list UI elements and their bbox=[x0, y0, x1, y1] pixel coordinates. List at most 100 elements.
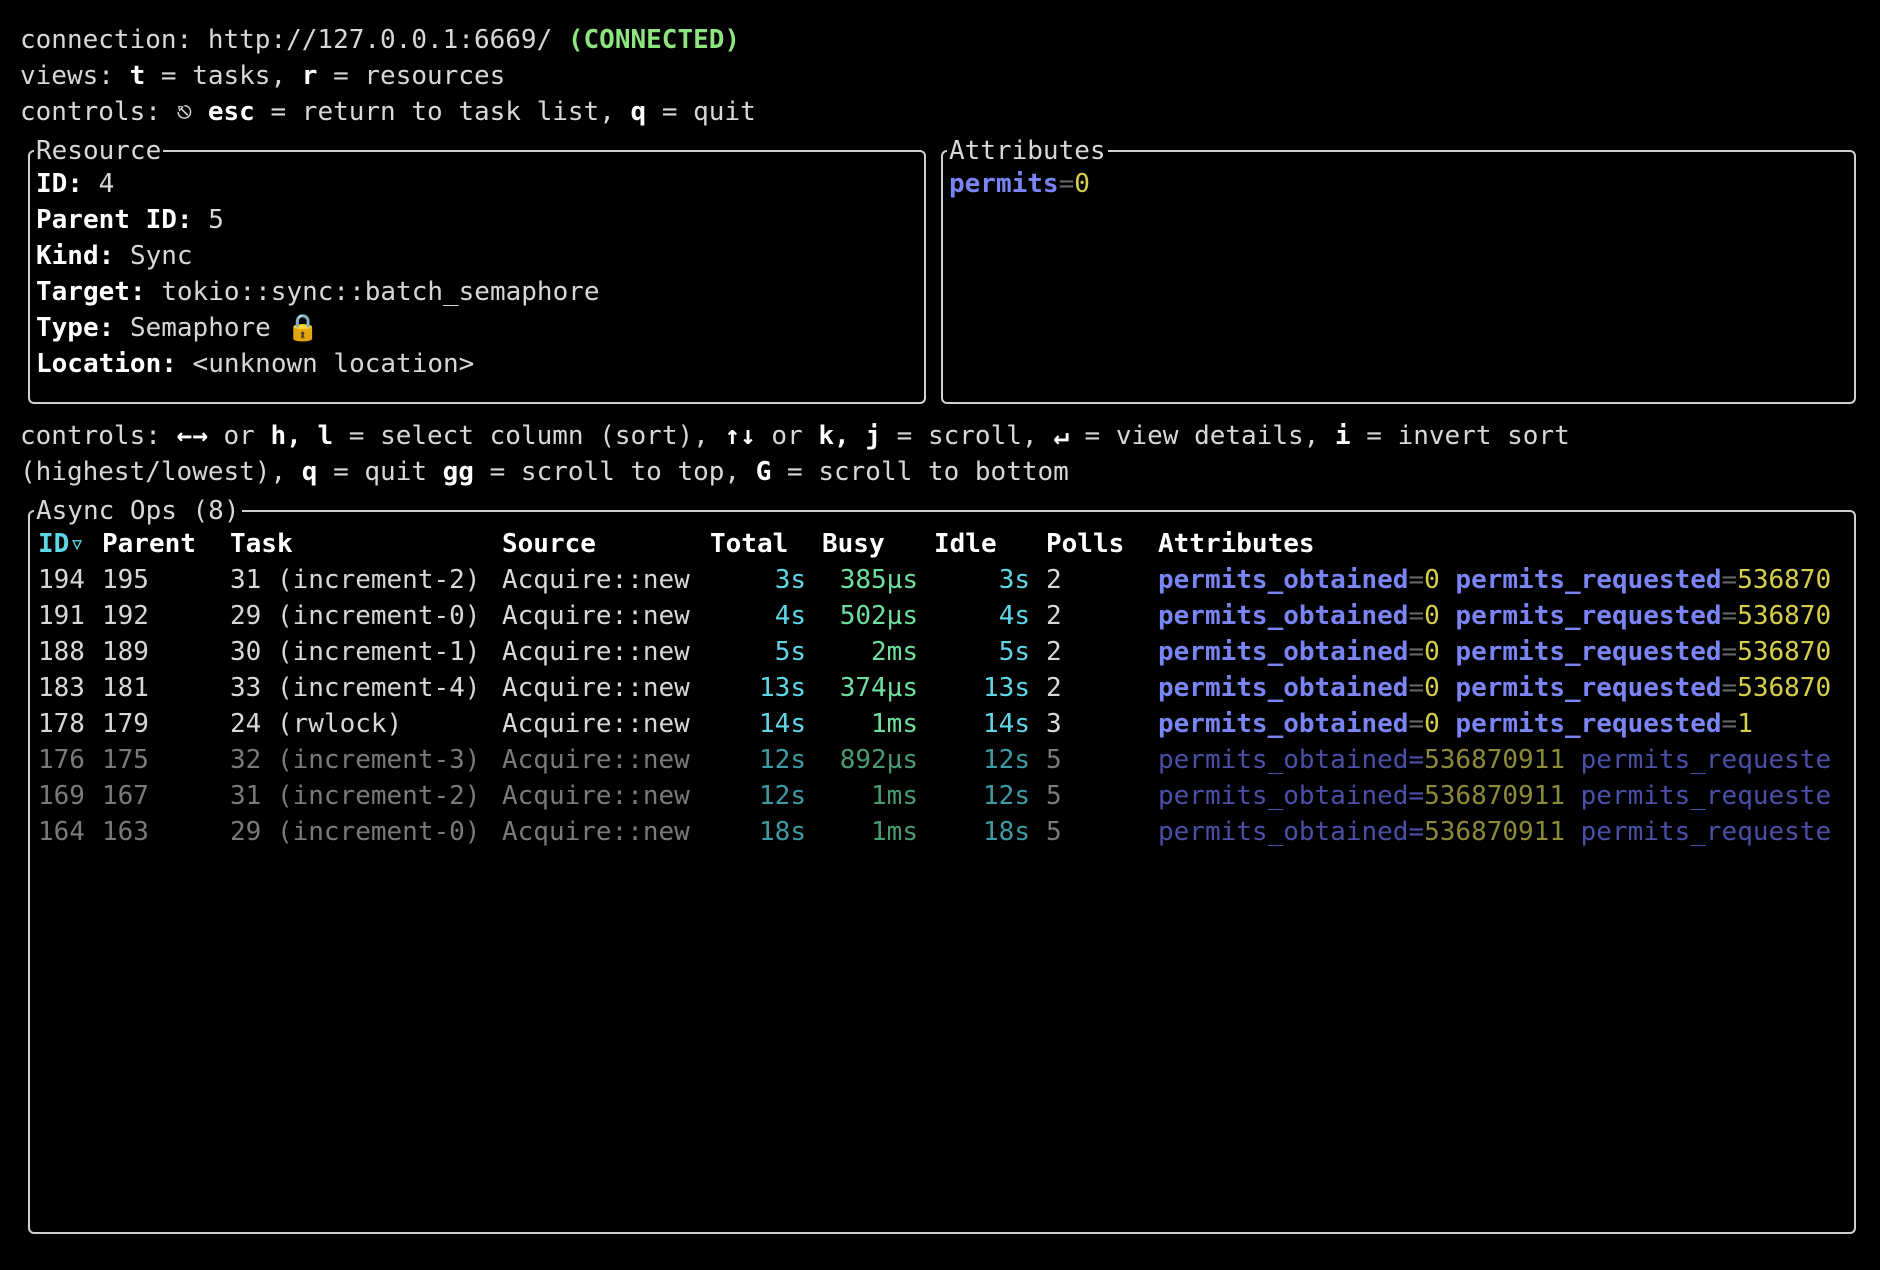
column-header-total[interactable]: Total bbox=[710, 526, 788, 562]
control-key[interactable]: k, j bbox=[818, 421, 881, 451]
row-total: 5s bbox=[774, 637, 806, 667]
row-busy: 374µs bbox=[839, 673, 918, 703]
attribute-equals: = bbox=[1721, 565, 1738, 595]
row-total: 12s bbox=[759, 745, 806, 775]
control-key[interactable]: ←→ bbox=[177, 421, 208, 451]
control-desc: or bbox=[207, 421, 271, 451]
attribute-value: 0 bbox=[1424, 637, 1440, 667]
row-attributes: permits_obtained=536870911 permits_reque… bbox=[1158, 814, 1848, 850]
attribute-value: 536870 bbox=[1737, 601, 1832, 631]
attribute-equals: = bbox=[1408, 709, 1425, 739]
control-desc: (highest/lowest), bbox=[20, 457, 302, 487]
attribute-value: 0 bbox=[1424, 709, 1440, 739]
row-total: 14s bbox=[759, 709, 806, 739]
row-attributes: permits_obtained=0 permits_requested=536… bbox=[1158, 634, 1848, 670]
attribute-key: permits_requested bbox=[1455, 637, 1722, 667]
attributes-panel-title: Attributes bbox=[947, 133, 1108, 169]
resource-target-row: Target: tokio::sync::batch_semaphore bbox=[36, 274, 600, 310]
row-total: 4s bbox=[774, 601, 806, 631]
row-attributes: permits_obtained=0 permits_requested=536… bbox=[1158, 670, 1848, 706]
row-id: 176 bbox=[38, 745, 85, 775]
row-task: 33 (increment-4) bbox=[230, 673, 481, 703]
resource-target-value: tokio::sync::batch_semaphore bbox=[161, 277, 600, 307]
attribute-value: 536870 bbox=[1737, 565, 1832, 595]
attribute-value: 536870 bbox=[1737, 637, 1832, 667]
row-source: Acquire::new bbox=[502, 637, 690, 667]
row-polls: 5 bbox=[1046, 781, 1062, 811]
resources-view-desc: = resources bbox=[317, 61, 506, 91]
row-source: Acquire::new bbox=[502, 781, 690, 811]
attribute-key: permits_requeste bbox=[1580, 817, 1832, 847]
row-parent: 189 bbox=[102, 637, 149, 667]
control-key[interactable]: h, l bbox=[270, 421, 333, 451]
column-header-idle[interactable]: Idle bbox=[934, 526, 997, 562]
column-header-source[interactable]: Source bbox=[502, 526, 596, 562]
control-desc: = invert sort bbox=[1350, 421, 1570, 451]
row-id: 178 bbox=[38, 709, 85, 739]
resource-kind-label: Kind: bbox=[36, 241, 115, 271]
control-desc: = select column (sort), bbox=[333, 421, 725, 451]
attribute-value: 0 bbox=[1424, 601, 1440, 631]
table-row[interactable]: 164 163 29 (increment-0) Acquire::new 18s 1ms… bbox=[30, 512, 1852, 1230]
resource-location-row: Location: <unknown location> bbox=[36, 346, 474, 382]
row-idle: 5s bbox=[998, 637, 1030, 667]
table-row[interactable]: 176 175 32 (increment-3) Acquire::new 12s 892… bbox=[30, 512, 1852, 1230]
async-ops-panel: Async Ops (8) ID▿ Parent Task Source Total Bu… bbox=[28, 493, 1856, 1234]
control-desc: = scroll, bbox=[881, 421, 1054, 451]
control-desc: or bbox=[755, 421, 819, 451]
column-header-polls[interactable]: Polls bbox=[1046, 526, 1124, 562]
row-parent: 195 bbox=[102, 565, 149, 595]
resource-type-value: Semaphore bbox=[129, 313, 271, 343]
table-row[interactable]: 194 195 31 (increment-2) Acquire::new 3s 385µ… bbox=[30, 512, 1852, 1230]
column-header-task[interactable]: Task bbox=[230, 526, 293, 562]
tasks-view-key[interactable]: t bbox=[130, 61, 146, 91]
row-task: 30 (increment-1) bbox=[230, 637, 481, 667]
attribute-key: permits_obtained bbox=[1158, 745, 1409, 775]
resource-parent-label: Parent ID: bbox=[36, 205, 193, 235]
attribute-equals: = bbox=[1408, 781, 1425, 811]
row-attributes: permits_obtained=0 permits_requested=536… bbox=[1158, 562, 1848, 598]
row-task: 29 (increment-0) bbox=[230, 817, 481, 847]
control-key[interactable]: q bbox=[302, 457, 318, 487]
table-row[interactable]: 183 181 33 (increment-4) Acquire::new 13s 374… bbox=[30, 512, 1852, 1230]
row-attributes: permits_obtained=536870911 permits_reque… bbox=[1158, 778, 1848, 814]
attribute-value: 0 bbox=[1074, 169, 1090, 199]
control-key[interactable]: i bbox=[1335, 421, 1351, 451]
column-header-parent[interactable]: Parent bbox=[102, 526, 196, 562]
control-key[interactable]: ↑↓ bbox=[724, 421, 755, 451]
table-row[interactable]: 188 189 30 (increment-1) Acquire::new 5s 2ms 5… bbox=[30, 512, 1852, 1230]
row-attributes: permits_obtained=0 permits_requested=1 bbox=[1158, 706, 1848, 742]
connection-line: connection: http://127.0.0.1:6669/ (CONN… bbox=[20, 22, 740, 58]
attribute-value: 536870911 bbox=[1424, 781, 1565, 811]
table-row[interactable]: 178 179 24 (rwlock) Acquire::new 14s 1ms 14s 3 p… bbox=[30, 512, 1852, 1230]
attribute-equals: = bbox=[1721, 673, 1738, 703]
column-header-busy[interactable]: Busy bbox=[822, 526, 885, 562]
row-busy: 385µs bbox=[839, 565, 918, 595]
attribute-value: 536870911 bbox=[1424, 817, 1565, 847]
resource-type-label: Type: bbox=[36, 313, 115, 343]
async-ops-table[interactable]: ID▿ Parent Task Source Total Busy Idle Polls Att… bbox=[30, 512, 1852, 1230]
attribute-value: 536870911 bbox=[1424, 745, 1565, 775]
attribute-equals: = bbox=[1721, 709, 1738, 739]
table-row[interactable]: 169 167 31 (increment-2) Acquire::new 12s 1ms… bbox=[30, 512, 1852, 1230]
column-header-attrs[interactable]: Attributes bbox=[1158, 526, 1315, 562]
row-parent: 179 bbox=[102, 709, 149, 739]
row-id: 169 bbox=[38, 781, 85, 811]
column-header-id[interactable]: ID▿ bbox=[38, 526, 85, 562]
quit-key[interactable]: q bbox=[631, 97, 647, 127]
attribute-key: permits_obtained bbox=[1158, 637, 1409, 667]
esc-key[interactable]: esc bbox=[208, 97, 255, 127]
row-parent: 192 bbox=[102, 601, 149, 631]
control-key[interactable]: gg bbox=[443, 457, 474, 487]
resources-view-key[interactable]: r bbox=[302, 61, 318, 91]
attribute-equals: = bbox=[1058, 169, 1075, 199]
table-row[interactable]: 191 192 29 (increment-0) Acquire::new 4s 502µ… bbox=[30, 512, 1852, 1230]
tasks-view-desc: = tasks, bbox=[145, 61, 302, 91]
resource-parent-row: Parent ID: 5 bbox=[36, 202, 224, 238]
control-key[interactable]: ↵ bbox=[1053, 421, 1069, 451]
row-task: 31 (increment-2) bbox=[230, 781, 481, 811]
control-key[interactable]: G bbox=[756, 457, 772, 487]
